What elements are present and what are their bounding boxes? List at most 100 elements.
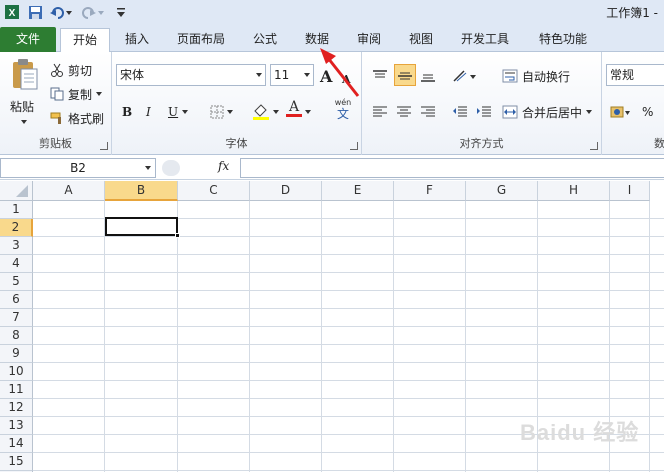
align-center-button[interactable] [396,102,412,122]
column-header-d[interactable]: D [250,181,322,201]
save-icon[interactable] [26,3,44,21]
decrease-indent-button[interactable] [452,102,468,122]
active-cell-b2[interactable] [105,217,180,238]
select-all-corner[interactable] [0,181,33,201]
formula-bar: B2 fx [0,156,664,180]
row-header-8[interactable]: 8 [0,327,33,345]
customize-toolbar-icon[interactable] [114,3,128,21]
format-painter-icon [50,112,61,124]
clipboard-group: 粘贴 剪切 复制 格式刷 剪贴板 [0,52,112,155]
copy-icon [50,87,64,101]
number-format-select[interactable]: 常规 [606,64,664,86]
clipboard-launcher-icon[interactable] [100,142,108,150]
annotation-arrow-icon [320,48,360,97]
row-header-4[interactable]: 4 [0,255,33,273]
font-name-dropdown-icon[interactable] [256,73,262,77]
fill-color-button[interactable] [252,102,279,122]
font-size-dropdown-icon[interactable] [304,73,310,77]
row-header-7[interactable]: 7 [0,309,33,327]
orientation-button[interactable] [452,66,476,86]
font-color-dropdown-icon[interactable] [305,102,311,122]
font-color-button[interactable]: A [286,100,302,120]
tab-developer[interactable]: 开发工具 [452,28,518,52]
row-gridline [33,326,664,327]
copy-dropdown-icon[interactable] [96,92,103,96]
accounting-format-icon [610,106,630,118]
worksheet-grid[interactable]: ABCDEFGHI 12345678910111213141516 Baidu … [0,181,664,472]
row-gridline [33,470,664,471]
select-all-icon [16,185,28,197]
wrap-text-button[interactable]: 自动换行 [502,66,570,86]
font-size-select[interactable]: 11 [270,64,314,86]
column-gridline [104,201,105,472]
name-box-dropdown-icon[interactable] [145,166,151,170]
cut-button[interactable]: 剪切 [50,60,92,80]
align-top-button[interactable] [372,66,388,86]
italic-button[interactable]: I [146,102,151,122]
row-header-2[interactable]: 2 [0,219,33,237]
column-header-c[interactable]: C [178,181,250,201]
fill-handle[interactable] [175,233,180,238]
align-middle-icon [398,72,412,80]
redo-icon[interactable] [80,3,106,21]
percent-button[interactable]: % [642,102,653,122]
name-box[interactable]: B2 [0,158,156,178]
column-header-i[interactable]: I [610,181,650,201]
underline-dropdown-icon[interactable] [182,102,188,122]
tab-page-layout[interactable]: 页面布局 [168,28,234,52]
underline-button[interactable]: U [168,102,178,122]
accounting-format-button[interactable] [610,102,630,122]
font-launcher-icon[interactable] [350,142,358,150]
row-header-15[interactable]: 15 [0,453,33,471]
row-header-1[interactable]: 1 [0,201,33,219]
column-header-e[interactable]: E [322,181,394,201]
column-header-h[interactable]: H [538,181,610,201]
row-header-12[interactable]: 12 [0,399,33,417]
column-header-a[interactable]: A [33,181,105,201]
align-top-icon [373,70,387,78]
tab-view[interactable]: 视图 [398,28,444,52]
column-header-g[interactable]: G [466,181,538,201]
merge-center-dropdown-icon[interactable] [586,110,593,114]
tab-insert[interactable]: 插入 [114,28,160,52]
tab-formulas[interactable]: 公式 [242,28,288,52]
format-painter-label: 格式刷 [68,111,105,126]
column-header-b[interactable]: B [105,181,178,201]
row-header-13[interactable]: 13 [0,417,33,435]
formula-input[interactable] [240,158,664,178]
copy-button[interactable]: 复制 [50,84,103,104]
align-middle-button[interactable] [394,64,416,86]
paste-button[interactable]: 粘贴 [6,58,44,130]
column-gridline [177,201,178,472]
insert-function-button[interactable]: fx [218,159,229,173]
tab-special-features[interactable]: 特色功能 [530,28,596,52]
row-header-5[interactable]: 5 [0,273,33,291]
clipboard-group-label: 剪贴板 [39,137,72,150]
column-header-f[interactable]: F [394,181,466,201]
tab-home[interactable]: 开始 [60,28,110,53]
increase-indent-button[interactable] [476,102,492,122]
row-header-14[interactable]: 14 [0,435,33,453]
font-name-select[interactable]: 宋体 [116,64,266,86]
align-left-button[interactable] [372,102,388,122]
paste-dropdown-icon[interactable] [21,120,27,124]
row-gridline [33,254,664,255]
row-header-9[interactable]: 9 [0,345,33,363]
row-gridline [33,290,664,291]
alignment-group-label: 对齐方式 [459,137,504,150]
align-bottom-button[interactable] [420,66,436,86]
merge-center-button[interactable]: 合并后居中 [502,102,593,122]
formula-bar-handle-icon[interactable] [162,160,180,176]
format-painter-button[interactable]: 格式刷 [50,108,104,128]
row-header-6[interactable]: 6 [0,291,33,309]
window-title: 工作簿1 - [606,6,658,20]
undo-icon[interactable] [48,3,74,21]
row-header-11[interactable]: 11 [0,381,33,399]
tab-file[interactable]: 文件 [0,27,56,52]
align-right-button[interactable] [420,102,436,122]
borders-button[interactable] [210,102,233,122]
bold-button[interactable]: B [122,102,132,122]
row-header-10[interactable]: 10 [0,363,33,381]
row-header-3[interactable]: 3 [0,237,33,255]
alignment-launcher-icon[interactable] [590,142,598,150]
